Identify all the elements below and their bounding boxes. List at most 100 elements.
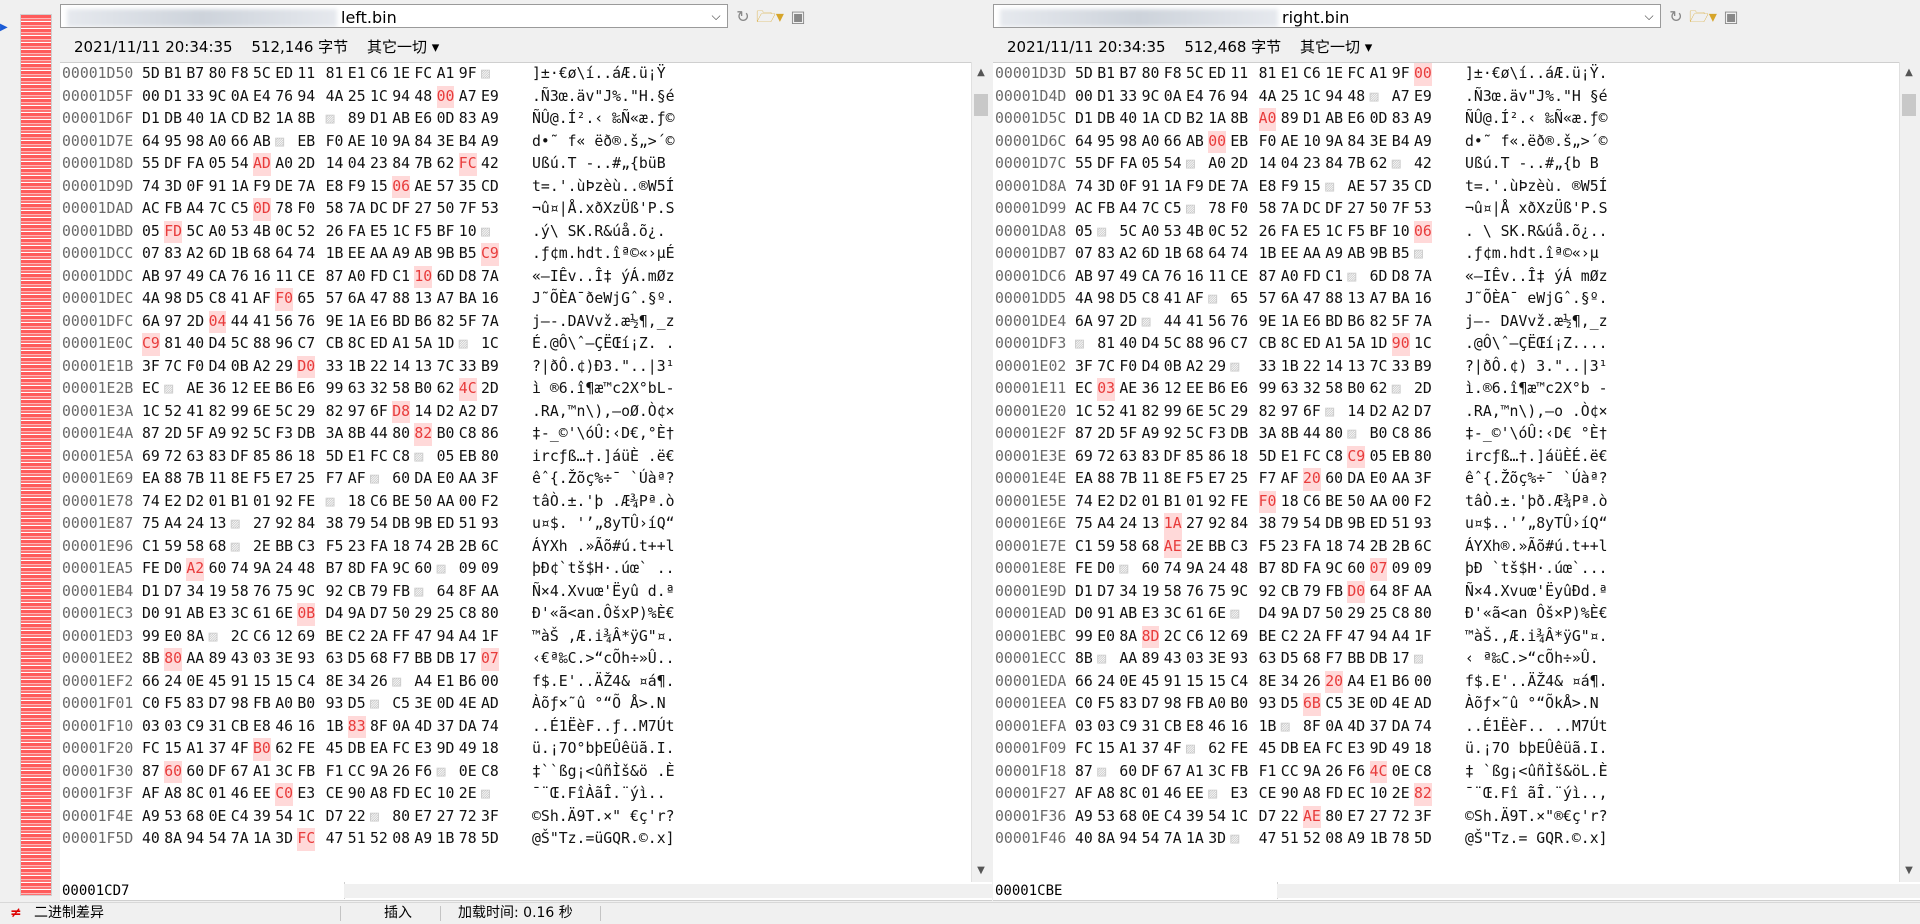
ascii-text[interactable]: J˜ÕÈA¯ðeWjGˆ.§º. xyxy=(532,288,675,311)
hex-byte[interactable]: 1A xyxy=(1208,108,1226,131)
hex-byte[interactable]: DB xyxy=(392,513,410,536)
hex-byte[interactable]: EB xyxy=(1230,131,1248,154)
folder-open-icon[interactable]: 🗁▾ xyxy=(756,6,784,28)
hex-byte[interactable]: 1F xyxy=(1414,626,1432,649)
hex-byte[interactable]: 45 xyxy=(326,738,344,761)
hex-byte[interactable]: 92 xyxy=(275,491,293,514)
ascii-text[interactable]: ]±·€ø\í..áÆ.ü¡Ÿ. xyxy=(1465,63,1608,86)
hex-byte[interactable]: B1 xyxy=(1097,63,1115,86)
hex-byte[interactable]: 16 xyxy=(1230,716,1248,739)
hex-byte[interactable]: 2E xyxy=(1186,536,1204,559)
ascii-text[interactable]: .ý\ SK.R&úå.õ¿. xyxy=(532,221,666,244)
hex-byte[interactable]: 99 xyxy=(1259,378,1277,401)
gap-byte[interactable]: ▨ xyxy=(1230,828,1239,851)
hex-byte[interactable]: 64 xyxy=(1370,581,1388,604)
hex-byte[interactable]: 52 xyxy=(1303,828,1321,851)
hex-byte[interactable]: ED xyxy=(370,333,388,356)
hex-byte[interactable]: CB xyxy=(1164,716,1182,739)
hex-byte[interactable]: E0 xyxy=(164,626,182,649)
hex-byte[interactable]: 6D xyxy=(209,243,227,266)
hex-byte[interactable]: 84 xyxy=(1347,131,1365,154)
hex-byte[interactable]: E1 xyxy=(348,63,366,86)
hex-byte[interactable]: 87 xyxy=(142,423,160,446)
hex-byte[interactable]: 5D xyxy=(1259,446,1277,469)
hex-byte[interactable]: 9B xyxy=(1347,513,1365,536)
hex-byte[interactable]: AE xyxy=(186,378,204,401)
hex-byte[interactable]: 80 xyxy=(481,603,499,626)
hex-byte[interactable]: 3F xyxy=(481,468,499,491)
hex-byte[interactable]: 51 xyxy=(459,513,477,536)
hex-byte[interactable]: 5C xyxy=(275,401,293,424)
hex-byte[interactable]: 91 xyxy=(164,603,182,626)
hex-byte[interactable]: B6 xyxy=(414,311,432,334)
hex-byte[interactable]: FE xyxy=(142,558,160,581)
hex-byte[interactable]: 3D xyxy=(164,176,182,199)
hex-byte[interactable]: 92 xyxy=(1208,491,1226,514)
hex-byte[interactable]: 00 xyxy=(1392,491,1410,514)
hex-byte[interactable]: CB xyxy=(1259,333,1277,356)
hex-byte[interactable]: F7 xyxy=(392,648,410,671)
hex-byte[interactable]: BB xyxy=(414,648,432,671)
hex-byte[interactable]: 8A xyxy=(186,626,204,649)
hex-byte[interactable]: 53 xyxy=(481,198,499,221)
hex-byte[interactable]: AA xyxy=(1414,581,1432,604)
hex-byte[interactable]: A4 xyxy=(459,626,477,649)
hex-byte[interactable]: C8 xyxy=(392,446,410,469)
hex-byte[interactable]: 7F xyxy=(1392,198,1410,221)
hex-byte[interactable]: 8F xyxy=(1392,581,1410,604)
hex-byte[interactable]: 03 xyxy=(1097,716,1115,739)
hex-byte[interactable]: F0 xyxy=(186,356,204,379)
hex-byte[interactable]: 03 xyxy=(1186,648,1204,671)
ascii-text[interactable]: ü.¡7O°bþEÛêüã.I. xyxy=(532,738,675,761)
hex-byte[interactable]: A7 xyxy=(1392,86,1410,109)
hex-byte[interactable]: 93 xyxy=(1259,693,1277,716)
hex-byte[interactable]: CE xyxy=(326,783,344,806)
hex-byte[interactable]: AF xyxy=(1186,288,1204,311)
hex-byte[interactable]: C8 xyxy=(481,761,499,784)
hex-byte[interactable]: 00 xyxy=(1414,63,1432,86)
hex-byte[interactable]: 74 xyxy=(142,176,160,199)
right-encoding-select[interactable]: 其它一切 ▾ xyxy=(1300,38,1372,56)
hex-byte[interactable]: A4 xyxy=(414,671,432,694)
save-icon[interactable]: ▣ xyxy=(1721,6,1741,28)
hex-byte[interactable]: 27 xyxy=(1347,198,1365,221)
hex-byte[interactable]: 83 xyxy=(209,446,227,469)
ascii-text[interactable]: .RA‚™n\)‚—oØ.Ò¢× xyxy=(532,401,675,424)
hex-byte[interactable]: 24 xyxy=(1208,558,1226,581)
hex-byte[interactable]: 03 xyxy=(164,716,182,739)
hex-byte[interactable]: 67 xyxy=(1164,761,1182,784)
hex-byte[interactable]: 33 xyxy=(459,356,477,379)
hex-byte[interactable]: 62 xyxy=(437,378,455,401)
hex-byte[interactable]: 14 xyxy=(326,153,344,176)
hex-byte[interactable]: 34 xyxy=(1119,581,1137,604)
hex-byte[interactable]: 31 xyxy=(209,716,227,739)
hex-byte[interactable]: 8E xyxy=(1164,468,1182,491)
hex-byte[interactable]: C8 xyxy=(209,288,227,311)
hex-byte[interactable]: 18 xyxy=(1281,491,1299,514)
hex-byte[interactable]: 80 xyxy=(209,63,227,86)
hex-byte[interactable]: E6 xyxy=(370,311,388,334)
hex-byte[interactable]: 39 xyxy=(253,806,271,829)
hex-byte[interactable]: FE xyxy=(1075,558,1093,581)
hex-byte[interactable]: CA xyxy=(209,266,227,289)
hex-byte[interactable]: 4D xyxy=(414,716,432,739)
hex-byte[interactable]: A7 xyxy=(437,288,455,311)
hex-byte[interactable]: 2B xyxy=(1392,536,1410,559)
hex-byte[interactable]: C8 xyxy=(1414,761,1432,784)
hex-byte[interactable]: DF xyxy=(392,198,410,221)
hex-byte[interactable]: CD xyxy=(481,176,499,199)
difference-strip[interactable] xyxy=(20,14,52,896)
hex-byte[interactable]: A4 xyxy=(1392,626,1410,649)
hex-byte[interactable]: 36 xyxy=(209,378,227,401)
hex-byte[interactable]: 06 xyxy=(1414,220,1432,243)
hex-byte[interactable]: B0 xyxy=(1370,423,1388,446)
hex-byte[interactable]: 3F xyxy=(481,806,499,829)
refresh-icon[interactable]: ↻ xyxy=(732,6,754,28)
hex-byte[interactable]: 76 xyxy=(275,86,293,109)
hex-byte[interactable]: FA xyxy=(370,558,388,581)
hex-byte[interactable]: 50 xyxy=(437,198,455,221)
hex-byte[interactable]: EC xyxy=(1075,378,1093,401)
hex-byte[interactable]: 35 xyxy=(1392,176,1410,199)
hex-byte[interactable]: 8C xyxy=(186,783,204,806)
hex-byte[interactable]: 2A xyxy=(1303,626,1321,649)
